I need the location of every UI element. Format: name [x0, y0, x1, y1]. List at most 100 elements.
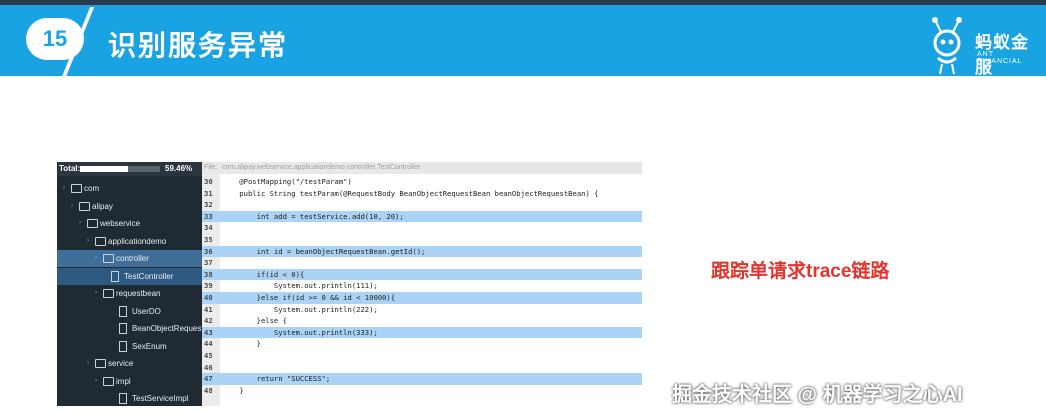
code-line: 39 System.out.println(111);	[202, 280, 642, 292]
tree-item-label: applicationdemo	[108, 236, 167, 246]
tree-item[interactable]: › com	[57, 180, 202, 197]
slide-number: 15	[26, 18, 84, 60]
tree-item[interactable]: TestServiceImpl	[57, 390, 202, 406]
folder-icon	[103, 254, 114, 263]
code-line: 34	[202, 222, 642, 234]
code-line: 30 @PostMapping("/testParam")	[202, 176, 642, 188]
line-text: System.out.println(222);	[222, 304, 378, 314]
expand-arrow-icon[interactable]: ›	[63, 180, 65, 197]
slide-title: 识别服务异常	[108, 30, 289, 61]
expand-arrow-icon[interactable]: ›	[87, 355, 89, 372]
folder-icon	[95, 236, 106, 246]
logo-subtext: ANT FINANCIAL	[977, 51, 1023, 65]
tree-item[interactable]: SexEnum	[57, 338, 202, 355]
line-number: 46	[204, 362, 213, 372]
tree-item[interactable]: › controller	[57, 250, 202, 267]
covered-code-line: 36 int id = beanObjectRequestBean.getId(…	[202, 245, 642, 258]
expand-arrow-icon[interactable]: ›	[71, 198, 73, 215]
line-number: 42	[204, 316, 213, 326]
folder-icon	[87, 219, 98, 228]
line-number: 39	[204, 281, 213, 291]
file-icon	[119, 340, 127, 352]
line-text: }else if(id >= 0 && id < 10000){	[222, 293, 396, 302]
folder-icon	[71, 184, 82, 193]
expand-arrow-icon[interactable]: ›	[95, 285, 97, 302]
file-icon	[119, 305, 127, 317]
line-text: if(id < 0){	[222, 269, 305, 279]
code-line: 44 }	[202, 338, 642, 350]
folder-icon	[103, 376, 114, 386]
tree-item-label: alipay	[92, 201, 113, 211]
code-line: 45	[202, 350, 642, 362]
tree-item-label: TestController	[124, 271, 174, 281]
tree-item-label: webservice	[100, 219, 141, 228]
code-line: 31 public String testParam(@RequestBody …	[202, 188, 642, 200]
slide-header: 15 识别服务异常 蚂蚁金服 ANT FINANCIAL	[0, 5, 1046, 77]
line-number: 47	[204, 374, 213, 384]
covered-code-line: 38 if(id < 0){	[202, 268, 642, 281]
covered-code-line: 43 System.out.println(333);	[202, 326, 642, 339]
coverage-progress-bar	[80, 166, 160, 172]
coverage-screenshot: Total: 59.46% › com › alipay › webservice › app…	[57, 162, 642, 406]
tree-item[interactable]: › requestbean	[57, 285, 202, 302]
file-icon	[119, 323, 127, 334]
coverage-progress-fill	[80, 166, 128, 172]
line-number: 36	[204, 246, 213, 256]
line-text: System.out.println(333);	[222, 327, 378, 337]
tree-item-label: SexEnum	[132, 341, 167, 351]
file-icon	[119, 393, 127, 404]
expand-arrow-icon[interactable]: ›	[95, 373, 97, 390]
file-path-bar: File: com.alipay.webservice.applicationd…	[202, 162, 642, 174]
tree-item[interactable]: › webservice	[57, 215, 202, 232]
line-number: 32	[204, 200, 213, 210]
line-number: 41	[204, 304, 213, 314]
tree-item-label: UserDO	[132, 306, 161, 316]
line-number: 35	[204, 235, 213, 244]
code-line: 35	[202, 234, 642, 246]
tree-item[interactable]: UserDO	[57, 303, 202, 320]
tree-item-label: impl	[116, 376, 131, 386]
line-number: 45	[204, 351, 213, 360]
line-text: System.out.println(111);	[222, 281, 378, 291]
coverage-summary: Total: 59.46%	[57, 162, 202, 176]
watermark: 掘金技术社区 @ 机器学习之心AI	[672, 384, 963, 406]
tree-item[interactable]: TestController	[57, 267, 202, 285]
slide-caption: 跟踪单请求trace链路	[711, 261, 890, 282]
tree-item-label: service	[108, 359, 134, 368]
line-number: 44	[204, 339, 213, 349]
line-number: 31	[204, 188, 213, 198]
expand-arrow-icon[interactable]: ›	[95, 250, 97, 267]
expand-arrow-icon[interactable]: ›	[79, 215, 81, 232]
line-number: 38	[204, 269, 213, 279]
covered-code-line: 40 }else if(id >= 0 && id < 10000){	[202, 292, 642, 304]
file-label: File:	[204, 164, 218, 171]
tree-item[interactable]: › service	[57, 355, 202, 372]
tree-item-label: TestServiceImpl	[132, 394, 189, 403]
line-text: public String testParam(@RequestBody Bea…	[222, 188, 599, 198]
line-number: 37	[204, 258, 213, 268]
line-text: int add = testService.add(10, 20);	[222, 211, 404, 221]
tree-item-label: com	[84, 184, 100, 193]
code-line: 42 }else {	[202, 315, 642, 327]
tree-item[interactable]: › alipay	[57, 198, 202, 215]
line-text: }	[222, 385, 244, 395]
tree-item-label: controller	[116, 254, 149, 263]
folder-icon	[79, 201, 90, 211]
line-number: 43	[204, 327, 213, 337]
line-number: 40	[204, 293, 213, 302]
coverage-label: Total:	[59, 164, 81, 173]
coverage-percent: 59.46%	[165, 164, 193, 173]
file-path: com.alipay.webservice.applicationdemo.co…	[222, 164, 421, 171]
line-text: @PostMapping("/testParam")	[222, 177, 352, 186]
expand-arrow-icon[interactable]: ›	[87, 233, 89, 250]
line-text: return "SUCCESS";	[222, 374, 331, 384]
tree-item[interactable]: BeanObjectRequestBean	[57, 320, 222, 337]
line-text: }else {	[222, 316, 287, 326]
code-line: 48 }	[202, 385, 642, 397]
line-text: }	[222, 339, 261, 349]
code-line: 46	[202, 362, 642, 374]
tree-item[interactable]: › applicationdemo	[57, 233, 202, 250]
folder-icon	[95, 359, 106, 368]
file-icon	[111, 270, 119, 282]
tree-item[interactable]: › impl	[57, 373, 202, 390]
